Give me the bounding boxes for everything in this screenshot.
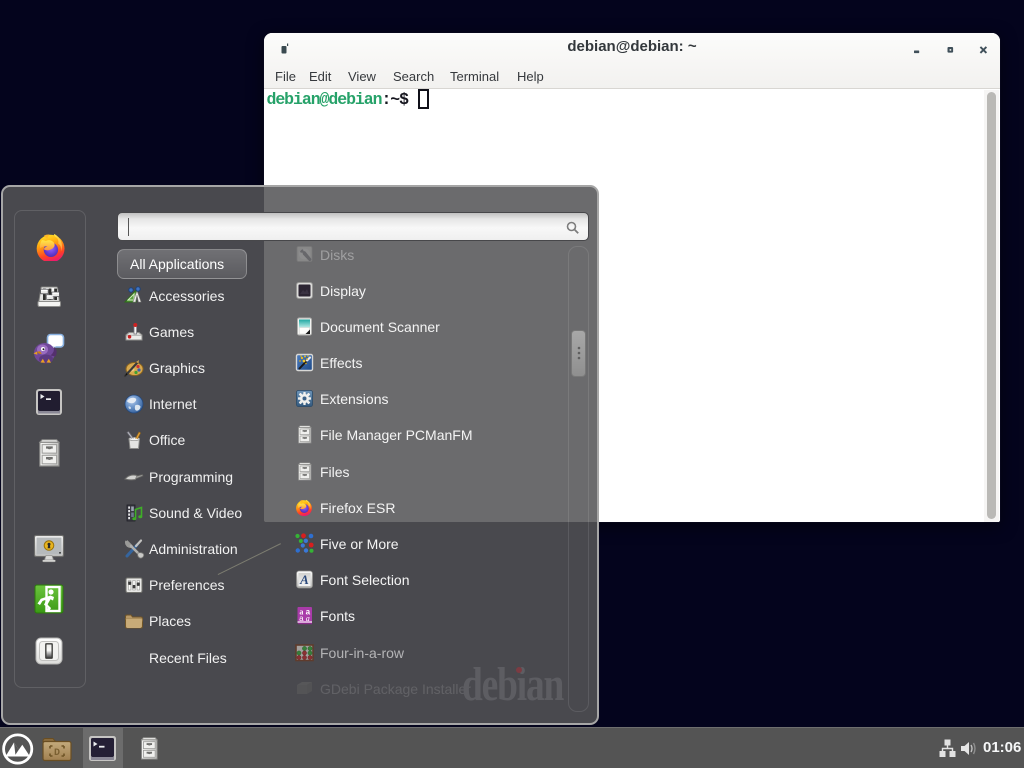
svg-text:D: D (54, 748, 60, 759)
svg-text:a: a (306, 614, 310, 623)
svg-text:A: A (299, 572, 309, 587)
svg-text:a: a (299, 614, 304, 623)
